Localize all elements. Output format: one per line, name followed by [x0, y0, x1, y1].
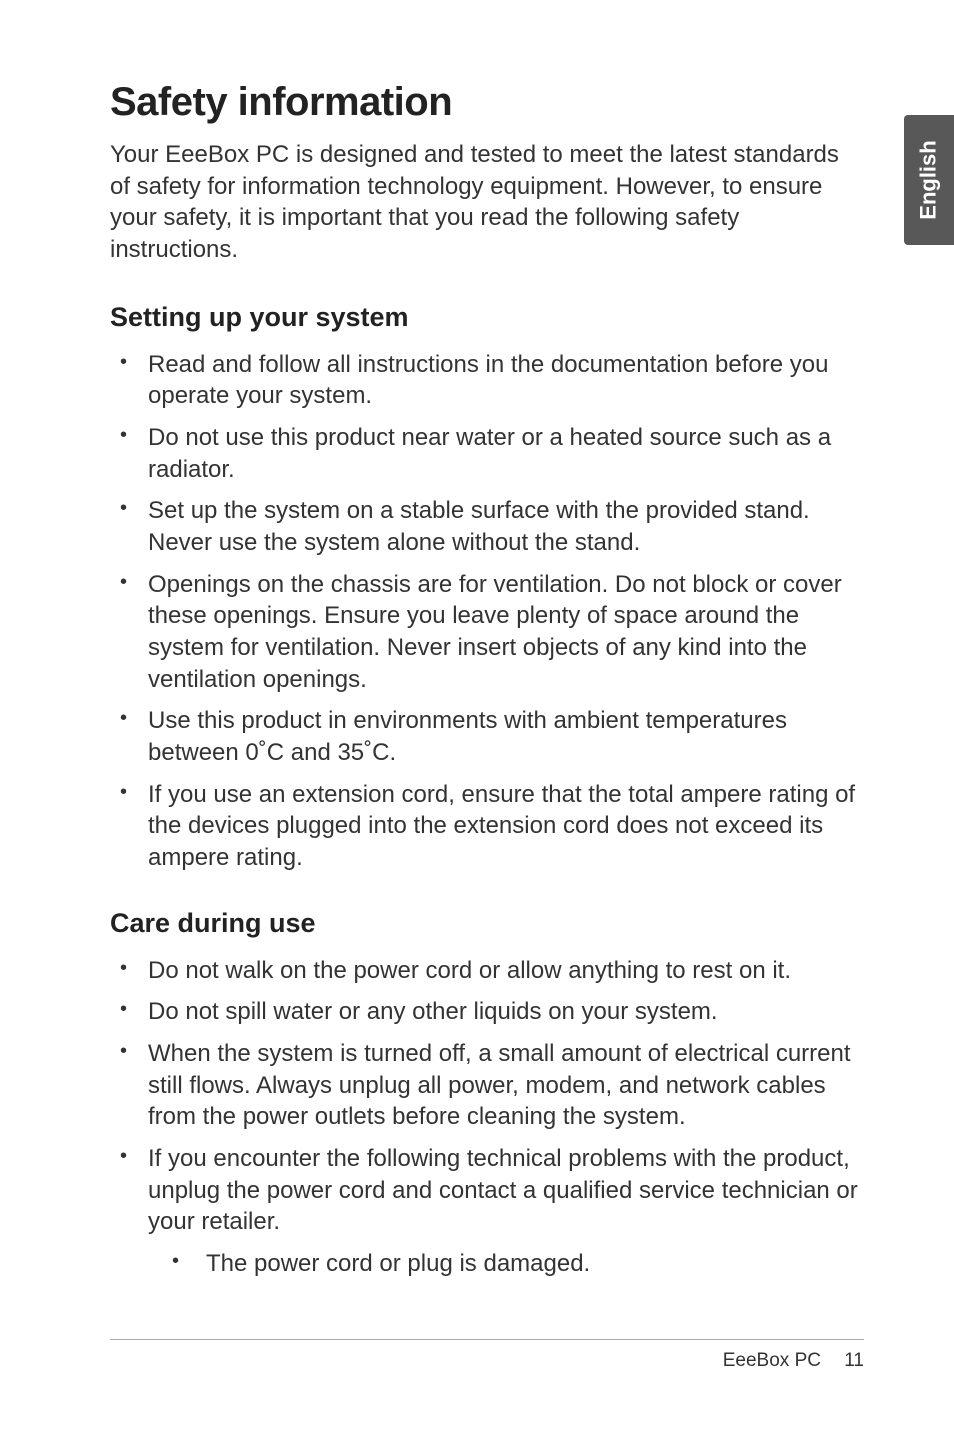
page-footer: EeeBox PC 11 — [110, 1339, 864, 1372]
list-item: Read and follow all instructions in the … — [110, 349, 864, 412]
intro-paragraph: Your EeeBox PC is designed and tested to… — [110, 139, 864, 266]
list-item: The power cord or plug is damaged. — [148, 1248, 864, 1280]
list-item: If you use an extension cord, ensure tha… — [110, 779, 864, 874]
page-title: Safety information — [110, 80, 864, 125]
list-item: When the system is turned off, a small a… — [110, 1038, 864, 1133]
section-heading-setup: Setting up your system — [110, 302, 864, 333]
footer-product: EeeBox PC — [723, 1350, 821, 1371]
list-item: If you encounter the following technical… — [110, 1143, 864, 1280]
list-item: Set up the system on a stable surface wi… — [110, 495, 864, 558]
care-list: Do not walk on the power cord or allow a… — [110, 955, 864, 1280]
list-item-text: If you encounter the following technical… — [148, 1145, 858, 1235]
list-item: Use this product in environments with am… — [110, 705, 864, 768]
language-tab: English — [904, 115, 954, 245]
setup-list: Read and follow all instructions in the … — [110, 349, 864, 874]
section-heading-care: Care during use — [110, 908, 864, 939]
footer-divider — [110, 1339, 864, 1340]
list-item: Do not walk on the power cord or allow a… — [110, 955, 864, 987]
language-tab-label: English — [916, 140, 942, 219]
list-item: Do not spill water or any other liquids … — [110, 996, 864, 1028]
footer-text: EeeBox PC 11 — [110, 1350, 864, 1372]
list-item: Do not use this product near water or a … — [110, 422, 864, 485]
care-sublist: The power cord or plug is damaged. — [148, 1248, 864, 1280]
list-item: Openings on the chassis are for ventilat… — [110, 569, 864, 696]
footer-page-number: 11 — [844, 1350, 864, 1371]
page-container: English Safety information Your EeeBox P… — [0, 0, 954, 1438]
